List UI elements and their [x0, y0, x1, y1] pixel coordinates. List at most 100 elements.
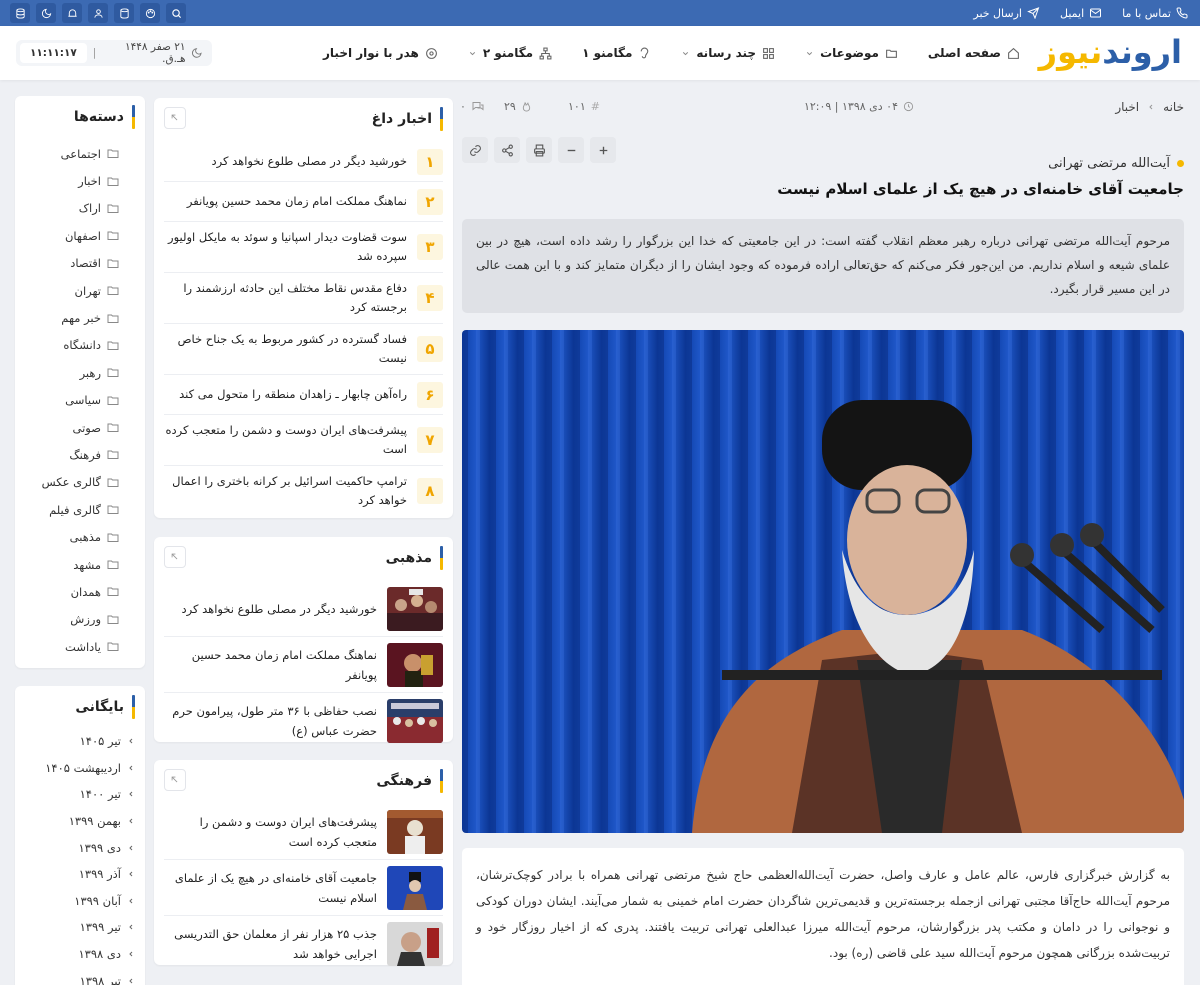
category-item[interactable]: خبر مهم	[42, 304, 119, 331]
article-likes[interactable]: ۲۹	[504, 100, 532, 113]
arrow-expand-icon	[171, 776, 178, 783]
expand-button[interactable]	[164, 546, 186, 568]
archive-label: تیر ۱۳۹۸	[79, 973, 121, 985]
category-item[interactable]: همدان	[42, 578, 119, 605]
archive-label: اردیبهشت ۱۴۰۵	[45, 760, 121, 775]
list-item[interactable]: جامعیت آقای خامنه‌ای در هیچ یک از علمای …	[164, 860, 443, 916]
list-item[interactable]: نصب حفاظی با ۳۶ متر طول، پیرامون حرم حضر…	[164, 693, 443, 749]
top-icons	[10, 3, 186, 23]
nav-topics[interactable]: موضوعات	[805, 46, 898, 60]
category-item[interactable]: دانشگاه	[42, 332, 119, 359]
db-button[interactable]	[114, 3, 134, 23]
chevron-left-icon	[129, 845, 133, 851]
nav-megamenu-1[interactable]: مگامنو ۱	[582, 46, 651, 60]
news-thumbnail	[387, 865, 443, 910]
list-item-title: نماهنگ مملکت امام زمان محمد حسین پویانفر	[191, 647, 377, 682]
share-icon	[501, 144, 513, 156]
article-comments[interactable]: ۰	[460, 100, 485, 113]
archive-item[interactable]: اردیبهشت ۱۴۰۵	[45, 755, 135, 782]
arrow-expand-icon	[171, 553, 178, 560]
list-item[interactable]: جذب ۲۵ هزار نفر از معلمان حق التدریسی اج…	[164, 916, 443, 972]
category-item[interactable]: مشهد	[42, 551, 119, 578]
folder-icon	[107, 286, 119, 296]
share-button[interactable]	[494, 137, 520, 163]
chevron-down-icon	[683, 51, 689, 55]
hot-news-text: فساد گسترده در کشور مربوط به یک جناح خاص…	[177, 332, 407, 365]
category-item[interactable]: اجتماعی	[42, 140, 119, 167]
archive-item[interactable]: آذر ۱۳۹۹	[45, 861, 135, 888]
category-item[interactable]: صوتی	[42, 414, 119, 441]
list-item[interactable]: پیشرفت‌های ایران دوست و دشمن را متعجب کر…	[164, 804, 443, 860]
category-item[interactable]: اخبار	[42, 167, 119, 194]
minus-icon	[567, 149, 575, 151]
category-item[interactable]: ورزش	[42, 606, 119, 633]
expand-button[interactable]	[164, 107, 186, 129]
hot-news-item[interactable]: ۸ ترامپ حاکمیت اسرائیل بر کرانه باختری را…	[164, 466, 443, 516]
list-item[interactable]: خورشید دیگر در مصلی طلوع نخواهد کرد	[164, 581, 443, 637]
folder-icon	[107, 587, 119, 597]
category-item[interactable]: مذهبی	[42, 523, 119, 550]
archive-item[interactable]: دی ۱۳۹۹	[45, 834, 135, 861]
palette-button[interactable]	[140, 3, 160, 23]
sitemap-icon	[539, 47, 552, 59]
archive-item[interactable]: تیر ۱۳۹۹	[45, 914, 135, 941]
print-button[interactable]	[526, 137, 552, 163]
category-item[interactable]: فرهنگ	[42, 441, 119, 468]
contact-link[interactable]: تماس با ما	[1122, 7, 1188, 20]
hot-news-item[interactable]: ۴ دفاع مقدس نقاط مختلف این حادثه ارزشمند …	[164, 273, 443, 324]
category-item[interactable]: اراک	[42, 195, 119, 222]
category-item[interactable]: رهبر	[42, 359, 119, 386]
folder-icon	[107, 396, 119, 405]
user-button[interactable]	[88, 3, 108, 23]
archive-item[interactable]: تیر ۱۴۰۰	[45, 781, 135, 808]
expand-button[interactable]	[164, 769, 186, 791]
hat-button[interactable]	[62, 3, 82, 23]
hot-news-item[interactable]: ۶ راه‌آهن چابهار ـ زاهدان منطقه را متحول …	[164, 375, 443, 415]
nav-home[interactable]: صفحه اصلی	[928, 46, 1020, 60]
plus-icon	[599, 146, 607, 154]
top-db-button[interactable]	[10, 3, 30, 23]
chevron-left-icon	[129, 925, 133, 930]
dark-mode-button[interactable]	[36, 3, 56, 23]
hot-news-item[interactable]: ۵ فساد گسترده در کشور مربوط به یک جناح خا…	[164, 324, 443, 375]
article-id: # ۱۰۱	[568, 100, 600, 113]
archive-item[interactable]: بهمن ۱۳۹۹	[45, 808, 135, 835]
article-subtitle-text: آیت‌الله مرتضی تهرانی	[1048, 156, 1170, 171]
archive-item[interactable]: تیر ۱۴۰۵	[45, 728, 135, 755]
hot-news-item[interactable]: ۱ خورشید دیگر در مصلی طلوع نخواهد کرد	[164, 142, 443, 182]
top-bar: تماس با ما ایمیل ارسال خبر	[0, 0, 1200, 26]
subtitle-dot	[1177, 160, 1184, 167]
hot-news-item[interactable]: ۲ نماهنگ مملکت امام زمان محمد حسین پویانف…	[164, 182, 443, 222]
list-item[interactable]: نماهنگ مملکت امام زمان محمد حسین پویانفر	[164, 637, 443, 693]
archive-item[interactable]: تیر ۱۳۹۸	[45, 967, 135, 985]
hot-news-item[interactable]: ۳ سوت قضاوت دیدار اسپانیا و سوئد به مایکل…	[164, 222, 443, 273]
search-button[interactable]	[166, 3, 186, 23]
font-increase-button[interactable]	[590, 137, 616, 163]
archive-item[interactable]: دی ۱۳۹۸	[45, 941, 135, 968]
hot-news-text: ترامپ حاکمیت اسرائیل بر کرانه باختری را …	[172, 474, 407, 507]
site-logo[interactable]: اروندنیوز	[1039, 32, 1183, 72]
archive-item[interactable]: آبان ۱۳۹۹	[45, 888, 135, 915]
category-item[interactable]: گالری عکس	[42, 469, 119, 496]
category-item[interactable]: یاداشت	[42, 633, 119, 660]
copy-link-button[interactable]	[462, 137, 488, 163]
category-label: صوتی	[72, 420, 102, 435]
link-icon	[469, 144, 481, 156]
category-item[interactable]: گالری فیلم	[42, 496, 119, 523]
send-news-link[interactable]: ارسال خبر	[973, 7, 1040, 20]
nav-multimedia[interactable]: چند رسانه	[681, 46, 775, 60]
title-accent-bar	[440, 769, 443, 793]
hot-news-item[interactable]: ۷ پیشرفت‌های ایران دوست و دشمن را متعجب ک…	[164, 415, 443, 466]
category-item[interactable]: سیاسی	[42, 387, 119, 414]
nav-megamenu-2[interactable]: مگامنو ۲	[468, 46, 552, 60]
categories-title-text: دسته‌ها	[73, 109, 124, 125]
nav-header-ticker[interactable]: هدر با نوار اخبار	[323, 46, 438, 60]
category-item[interactable]: تهران	[42, 277, 119, 304]
category-item[interactable]: اصفهان	[42, 222, 119, 249]
archive-label: آبان ۱۳۹۹	[74, 893, 121, 908]
category-label: فرهنگ	[69, 447, 101, 462]
font-decrease-button[interactable]	[558, 137, 584, 163]
category-item[interactable]: اقتصاد	[42, 250, 119, 277]
nav-megamenu-2-label: مگامنو ۲	[482, 46, 534, 60]
email-link[interactable]: ایمیل	[1060, 7, 1102, 20]
